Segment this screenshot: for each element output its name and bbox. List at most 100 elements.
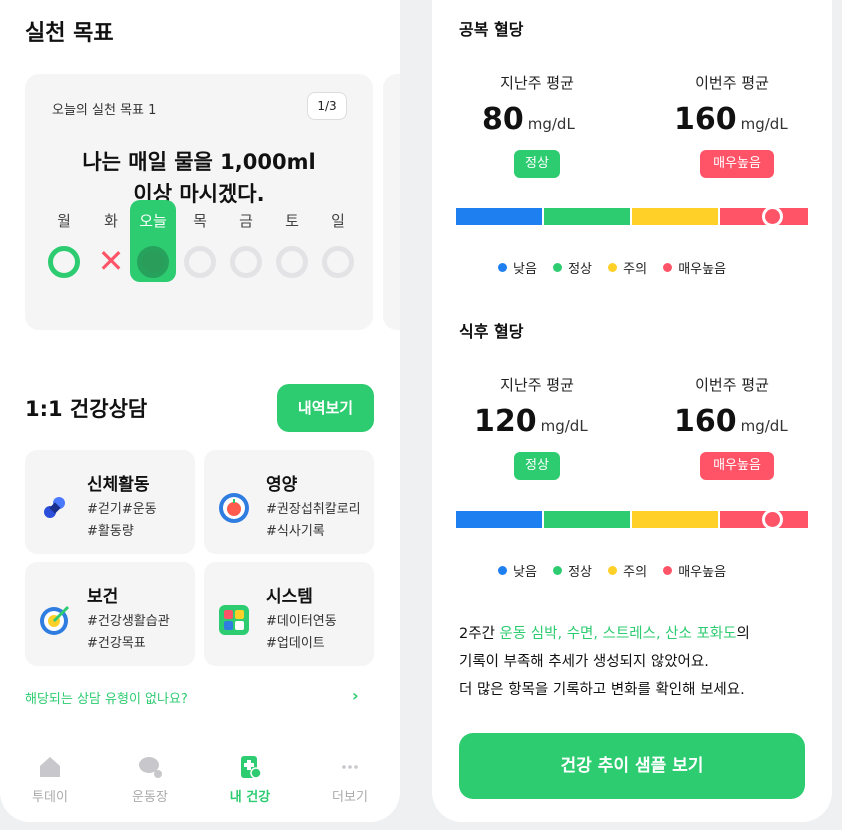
day-thu: 목 [177,200,223,282]
legend-label: 정상 [568,262,592,277]
legend-label: 낮음 [513,565,537,580]
app-grid-icon [219,605,249,635]
note-highlight: 운동 심박, 수면, 스트레스, 산소 포화도 [499,626,737,642]
goal-card-label: 오늘의 실천 목표 1 [52,103,157,118]
tab-my-health[interactable]: 내 건강 [200,748,300,805]
category-tag: #식사기록 [266,524,325,539]
value-unit: mg/dL [540,417,588,435]
last-week-label: 지난주 평균 [500,376,574,394]
category-tag: #권장섭취칼로리 [266,502,361,517]
legend-dot [553,566,563,575]
legend-label: 매우높음 [678,262,727,277]
goal-text-line1: 나는 매일 물을 1,000ml [82,150,316,174]
legend-normal: 정상 [553,561,592,580]
tab-more[interactable]: 더보기 [300,748,400,805]
note-suffix: 의 [736,626,750,642]
value-number: 120 [474,404,537,439]
value-number: 160 [674,102,737,137]
note-line2: 기록이 부족해 추세가 생성되지 않았어요. [459,654,709,670]
legend-caution: 주의 [608,258,647,277]
value-unit: mg/dL [740,115,788,133]
tab-today[interactable]: 투데이 [0,748,100,805]
fasting-glucose-title: 공복 혈당 [459,20,524,39]
note-line3: 더 많은 항목을 기록하고 변화를 확인해 보세요. [459,682,745,698]
legend-low: 낮음 [498,258,537,277]
plate-icon [219,493,249,523]
day-label: 토 [285,212,299,230]
health-trend-sample-button[interactable]: 건강 추이 샘플 보기 [459,733,805,799]
day-label: 화 [104,212,118,230]
day-sun: 일 [315,200,361,282]
legend-very-high: 매우높음 [663,258,726,277]
category-tag: #건강목표 [87,636,146,651]
goal-page-indicator: 1/3 [307,92,347,120]
legend-label: 주의 [623,262,648,277]
range-low [456,208,542,225]
goal-section-title: 실천 목표 [25,21,114,46]
range-normal [544,511,630,528]
health-icon [241,756,262,779]
this-week-value: 160 mg/dL [674,404,788,439]
status-badge: 정상 [514,150,560,178]
day-tue: 화 ✕ [88,200,134,282]
empty-circle-icon [276,246,308,278]
consult-section-title: 1:1 건강상담 [25,397,148,421]
no-match-link[interactable]: 해당되는 상담 유형이 없나요? [25,688,188,707]
category-name: 시스템 [266,587,313,607]
day-today[interactable]: 오늘 [130,200,176,282]
empty-circle-icon [184,246,216,278]
range-legend: 낮음 정상 주의 매우높음 [498,258,778,277]
legend-dot [608,263,618,272]
this-week-label: 이번주 평균 [695,74,769,92]
bottom-tab-bar: 투데이 운동장 내 건강 더보기 [0,748,400,822]
range-caution [632,208,718,225]
last-week-label: 지난주 평균 [500,74,574,92]
range-caution [632,511,718,528]
missed-x-icon: ✕ [97,242,125,280]
value-unit: mg/dL [740,417,788,435]
today-circle-icon[interactable] [137,246,169,278]
glucose-range-bar [456,509,808,530]
next-goal-card[interactable] [383,74,400,330]
tab-label: 투데이 [32,790,68,805]
category-name: 신체활동 [87,475,150,495]
this-week-label: 이번주 평균 [695,376,769,394]
right-screen: 공복 혈당 지난주 평균 이번주 평균 80 mg/dL 160 mg/dL 정상 … [432,0,832,822]
chevron-right-icon[interactable]: › [352,686,359,705]
legend-label: 매우높음 [678,565,727,580]
status-badge: 정상 [514,452,560,480]
tab-label: 내 건강 [229,790,271,805]
postmeal-glucose-title: 식후 혈당 [459,322,524,341]
value-marker [762,509,783,530]
tab-playground[interactable]: 운동장 [100,748,200,805]
category-health[interactable]: 보건 #건강생활습관 #건강목표 [25,562,195,666]
more-icon [342,765,358,769]
category-name: 영양 [266,475,298,495]
category-system[interactable]: 시스템 #데이터연동 #업데이트 [204,562,374,666]
value-number: 160 [674,404,737,439]
category-nutrition[interactable]: 영양 #권장섭취칼로리 #식사기록 [204,450,374,554]
weekday-tracker: 월 화 ✕ 오늘 목 금 토 일 [41,200,361,282]
legend-very-high: 매우높음 [663,561,726,580]
legend-dot [498,263,507,272]
range-normal [544,208,630,225]
done-circle-icon [48,246,80,278]
history-button[interactable]: 내역보기 [277,384,374,432]
category-tag: #데이터연동 [266,614,337,629]
legend-label: 정상 [568,565,592,580]
day-label: 월 [57,212,71,230]
range-legend: 낮음 정상 주의 매우높음 [498,561,778,580]
category-name: 보건 [87,587,119,607]
category-physical-activity[interactable]: 신체활동 #걷기#운동 #활동량 [25,450,195,554]
category-tag: #걷기#운동 [87,502,157,517]
note-prefix: 2주간 [459,626,500,642]
legend-dot [663,566,673,575]
insufficient-data-note: 2주간 운동 심박, 수면, 스트레스, 산소 포화도의 기록이 부족해 추세가… [459,620,809,704]
goal-card[interactable]: 오늘의 실천 목표 1 1/3 나는 매일 물을 1,000ml 이상 마시겠다… [25,74,373,330]
chat-icon [139,757,162,778]
tab-label: 운동장 [132,790,168,805]
range-low [456,511,542,528]
legend-low: 낮음 [498,561,537,580]
day-label: 목 [193,212,207,230]
target-icon [40,605,70,635]
